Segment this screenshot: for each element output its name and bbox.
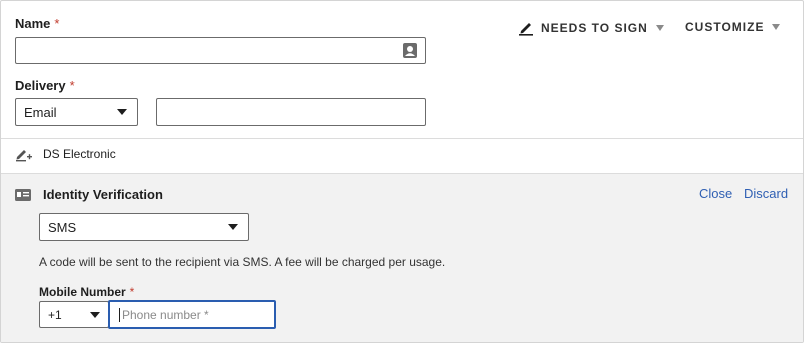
needs-to-sign-label: NEEDS TO SIGN [541, 21, 648, 35]
phone-number-input[interactable]: Phone number * [108, 300, 276, 329]
chevron-down-icon [117, 109, 127, 115]
email-field[interactable] [156, 98, 426, 126]
name-label-text: Name [15, 16, 51, 31]
delivery-label-text: Delivery [15, 78, 66, 93]
text-cursor [119, 307, 120, 322]
name-input[interactable] [15, 37, 426, 64]
signature-type-label: DS Electronic [43, 147, 116, 161]
id-card-icon [15, 188, 31, 201]
verification-method-value: SMS [48, 219, 77, 235]
chevron-down-icon [772, 24, 781, 30]
section-divider [1, 138, 803, 139]
pen-icon [518, 20, 534, 36]
signature-type-row[interactable]: DS Electronic [15, 146, 116, 162]
close-link[interactable]: Close [699, 186, 732, 201]
country-code-select[interactable]: +1 [39, 301, 109, 328]
verification-help-text: A code will be sent to the recipient via… [39, 255, 446, 269]
name-label: Name * [15, 16, 59, 31]
phone-number-placeholder: Phone number * [122, 307, 209, 322]
recipient-card: Name * NEEDS TO SIGN CUSTOMIZE Delivery * [0, 0, 804, 343]
customize-button[interactable]: CUSTOMIZE [685, 20, 781, 34]
needs-to-sign-button[interactable]: NEEDS TO SIGN [518, 20, 664, 36]
verification-method-select[interactable]: SMS [39, 213, 249, 241]
mobile-required-mark: * [129, 285, 135, 299]
delivery-select[interactable]: Email [15, 98, 138, 126]
chevron-down-icon [655, 25, 664, 31]
country-code-value: +1 [48, 307, 62, 322]
mobile-number-label: Mobile Number * [39, 285, 134, 299]
chevron-down-icon [228, 224, 238, 230]
pen-plus-icon [15, 146, 33, 162]
customize-label: CUSTOMIZE [685, 20, 765, 34]
name-required-mark: * [54, 16, 60, 31]
contact-card-icon[interactable] [402, 42, 418, 59]
identity-verification-title: Identity Verification [43, 187, 163, 202]
delivery-required-mark: * [69, 78, 75, 93]
mobile-number-label-text: Mobile Number [39, 285, 126, 299]
delivery-label: Delivery * [15, 78, 75, 93]
discard-link[interactable]: Discard [744, 186, 788, 201]
delivery-selected-value: Email [24, 104, 57, 120]
chevron-down-icon [90, 311, 100, 318]
